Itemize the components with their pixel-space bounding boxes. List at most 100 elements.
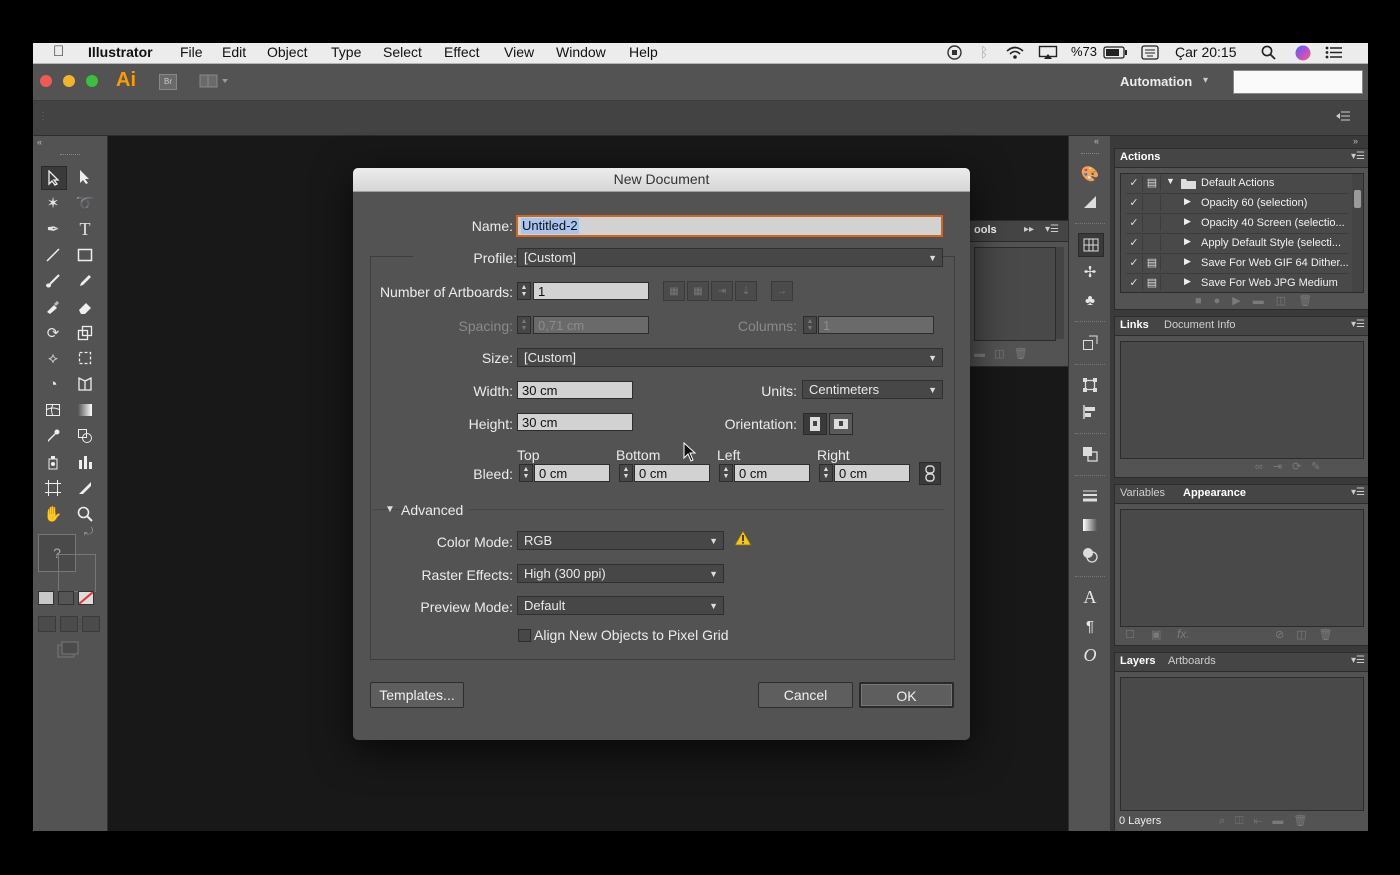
actions-panel-menu-icon[interactable]: ▾☰ <box>1351 151 1365 162</box>
width-field[interactable]: 30 cm <box>517 381 633 399</box>
appearance-add-fill-icon[interactable]: ▣ <box>1151 628 1161 641</box>
bleed-top-stepper[interactable]: ▲ ▼ <box>519 464 533 482</box>
rectangle-tool-icon[interactable] <box>73 244 97 266</box>
magic-wand-tool-icon[interactable]: ✶ <box>41 192 65 214</box>
toggle-check-icon[interactable]: ✓ <box>1126 275 1143 291</box>
draw-behind-icon[interactable] <box>60 616 78 632</box>
menu-view[interactable]: View <box>504 44 534 60</box>
draw-normal-icon[interactable] <box>38 616 56 632</box>
wifi-icon[interactable] <box>1005 45 1025 63</box>
app-menu[interactable]: Illustrator <box>88 44 153 60</box>
columns-stepper[interactable]: ▲ ▼ <box>803 316 817 334</box>
zoom-window-button[interactable] <box>86 75 98 87</box>
tab-appearance[interactable]: Appearance <box>1178 487 1251 499</box>
dialog-toggle-icon[interactable] <box>1144 215 1161 231</box>
close-window-button[interactable] <box>40 75 52 87</box>
bleed-right-field[interactable]: 0 cm <box>834 464 910 482</box>
list-item[interactable]: ✓ ▤ ▶ Save For Web JPG Medium <box>1126 274 1349 293</box>
battery-icon[interactable] <box>1103 46 1128 62</box>
workspace-chevron-down-icon[interactable]: ▾ <box>1203 75 1208 86</box>
blend-tool-icon[interactable] <box>73 425 97 447</box>
color-mode-dropdown[interactable]: RGB ▼ <box>517 531 724 550</box>
preview-mode-dropdown[interactable]: Default ▼ <box>517 596 724 615</box>
links-panel-menu-icon[interactable]: ▾☰ <box>1351 319 1365 330</box>
list-item[interactable]: ✓ ▶ Opacity 40 Screen (selectio... <box>1126 214 1349 234</box>
notification-center-icon[interactable] <box>1325 45 1343 63</box>
control-bar-grip-icon[interactable]: ⋮ <box>38 111 48 122</box>
align-pixel-grid-checkbox[interactable] <box>518 629 531 642</box>
spacing-stepper[interactable]: ▲ ▼ <box>517 316 531 334</box>
bleed-bottom-field[interactable]: 0 cm <box>634 464 710 482</box>
artboard-tool-icon[interactable] <box>41 477 65 499</box>
list-item[interactable]: ✓ ▶ Opacity 60 (selection) <box>1126 194 1349 214</box>
tab-actions[interactable]: Actions <box>1115 151 1165 163</box>
ok-button[interactable]: OK <box>859 682 954 708</box>
swap-fill-stroke-icon[interactable]: ⤾ <box>84 526 93 539</box>
expand-triangle-icon[interactable]: ▶ <box>1184 256 1191 267</box>
column-graph-tool-icon[interactable] <box>73 451 97 473</box>
menu-help[interactable]: Help <box>629 44 658 60</box>
arrange-by-column-icon[interactable]: ⇣ <box>735 281 757 301</box>
align-pixel-grid-label[interactable]: Align New Objects to Pixel Grid <box>534 627 729 643</box>
menu-object[interactable]: Object <box>267 44 307 60</box>
menu-select[interactable]: Select <box>383 44 422 60</box>
pathfinder-panel-icon[interactable] <box>1078 443 1102 465</box>
collapse-tools-icon[interactable]: « <box>37 137 42 147</box>
minimize-window-button[interactable] <box>63 75 75 87</box>
expand-triangle-icon[interactable]: ▼ <box>1166 176 1175 186</box>
appearance-add-stroke-icon[interactable]: ☐ <box>1125 628 1135 641</box>
none-swatch-icon[interactable] <box>78 591 94 605</box>
artboards-field[interactable]: 1 <box>533 282 649 300</box>
tab-artboards[interactable]: Artboards <box>1163 655 1221 667</box>
gradient-swatch-icon[interactable] <box>58 591 74 605</box>
expand-triangle-icon[interactable]: ▶ <box>1184 196 1191 207</box>
spacing-field[interactable]: 0,71 cm <box>533 316 649 334</box>
shaper-tool-icon[interactable] <box>41 296 65 318</box>
dialog-toggle-icon[interactable] <box>1144 235 1161 251</box>
pen-tool-icon[interactable]: ✒ <box>41 218 65 240</box>
layers-panel-menu-icon[interactable]: ▾☰ <box>1351 655 1365 666</box>
asset-export-panel-icon[interactable] <box>1078 332 1102 354</box>
toggle-check-icon[interactable]: ✓ <box>1126 195 1143 211</box>
stroke-panel-icon[interactable] <box>1078 485 1102 507</box>
draw-inside-icon[interactable] <box>82 616 100 632</box>
dock-grip[interactable] <box>1081 153 1099 155</box>
bleed-right-stepper[interactable]: ▲ ▼ <box>819 464 833 482</box>
color-swatch-icon[interactable] <box>38 591 54 605</box>
spotlight-search-icon[interactable] <box>1261 45 1276 63</box>
toggle-check-icon[interactable]: ✓ <box>1126 175 1143 191</box>
bluetooth-icon[interactable]: ᛒ <box>980 44 988 60</box>
brushes-panel-icon[interactable]: ✢ <box>1078 261 1102 283</box>
profile-dropdown[interactable]: [Custom] ▼ <box>517 248 943 267</box>
tools-grip[interactable] <box>60 154 80 157</box>
character-panel-icon[interactable]: A <box>1078 586 1102 608</box>
expand-triangle-icon[interactable]: ▶ <box>1184 216 1191 227</box>
bleed-left-stepper[interactable]: ▲ ▼ <box>719 464 733 482</box>
bleed-bottom-stepper[interactable]: ▲ ▼ <box>619 464 633 482</box>
floating-panel-menu-icon[interactable]: ▾☰ <box>1045 224 1059 235</box>
grid-by-column-icon[interactable]: ▦ <box>687 281 709 301</box>
expand-triangle-icon[interactable]: ▶ <box>1184 236 1191 247</box>
dialog-toggle-icon[interactable]: ▤ <box>1144 175 1161 191</box>
actions-scrollbar-thumb[interactable] <box>1354 190 1361 208</box>
right-to-left-layout-icon[interactable]: → <box>771 281 793 301</box>
expand-panels-icon[interactable]: » <box>1353 136 1358 146</box>
artboards-stepper[interactable]: ▲ ▼ <box>517 282 531 300</box>
perspective-grid-tool-icon[interactable] <box>73 373 97 395</box>
size-dropdown[interactable]: [Custom] ▼ <box>517 348 943 367</box>
symbols-panel-icon[interactable]: ♣ <box>1078 289 1102 311</box>
menu-edit[interactable]: Edit <box>222 44 246 60</box>
list-item[interactable]: ✓ ▤ ▶ Save For Web GIF 64 Dither... <box>1126 254 1349 274</box>
type-tool-icon[interactable]: T <box>73 218 97 240</box>
units-dropdown[interactable]: Centimeters ▼ <box>802 380 943 399</box>
transparency-panel-icon[interactable] <box>1078 544 1102 566</box>
menu-window[interactable]: Window <box>556 44 606 60</box>
help-search-input[interactable] <box>1233 70 1363 94</box>
grid-by-row-icon[interactable]: ▦ <box>663 281 685 301</box>
tab-document-info[interactable]: Document Info <box>1159 319 1241 331</box>
bleed-left-field[interactable]: 0 cm <box>734 464 810 482</box>
collapse-dock-icon[interactable]: « <box>1094 136 1099 146</box>
symbol-sprayer-tool-icon[interactable] <box>41 451 65 473</box>
align-panel-icon[interactable] <box>1078 401 1102 423</box>
clock[interactable]: Çar 20:15 <box>1175 44 1236 60</box>
